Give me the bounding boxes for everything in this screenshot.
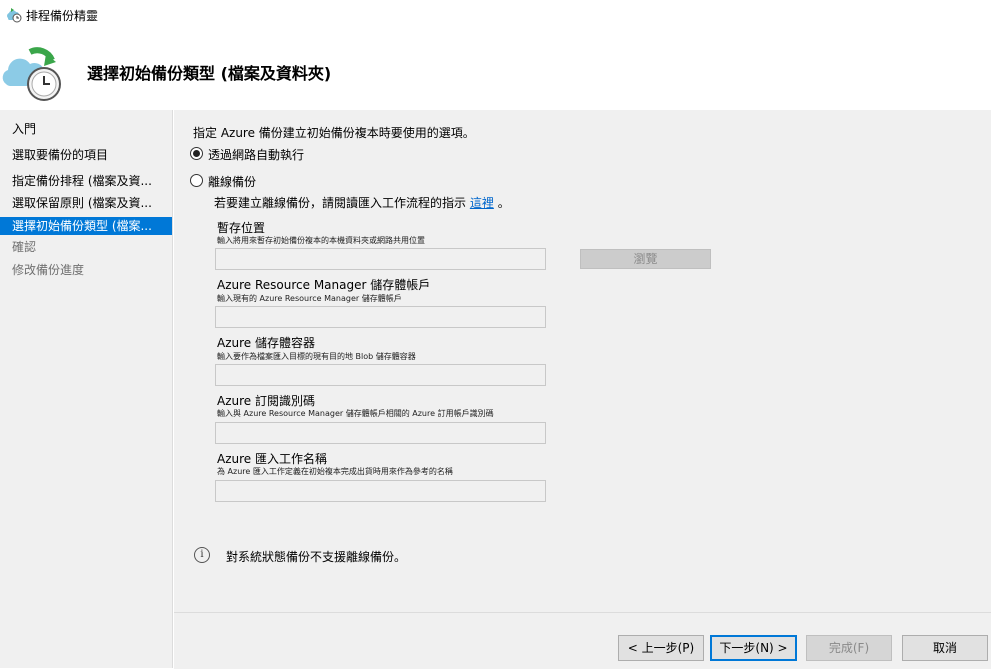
offline-backup-radio[interactable] bbox=[190, 174, 203, 187]
cancel-button[interactable]: 取消 bbox=[902, 635, 988, 661]
offline-note-suffix: 。 bbox=[497, 196, 510, 210]
subscription-id-label: Azure 訂閱識別碼 bbox=[217, 394, 315, 408]
title-bar: 排程備份精靈 bbox=[0, 0, 991, 30]
import-job-name-input[interactable] bbox=[215, 480, 546, 502]
subscription-id-input[interactable] bbox=[215, 422, 546, 444]
step-initial-backup-type[interactable]: 選擇初始備份類型 (檔案... bbox=[0, 217, 172, 235]
step-confirmation: 確認 bbox=[12, 240, 37, 254]
import-job-name-desc: 為 Azure 匯入工作定義在初始複本完成出貨時用來作為參考的名稱 bbox=[217, 467, 453, 476]
wizard-footer: < 上一步(P) 下一步(N) > 完成(F) 取消 bbox=[174, 612, 991, 669]
window-title: 排程備份精靈 bbox=[26, 9, 99, 23]
info-icon: i bbox=[194, 547, 210, 563]
storage-container-input[interactable] bbox=[215, 364, 546, 386]
staging-location-input[interactable] bbox=[215, 248, 546, 270]
online-backup-label[interactable]: 透過網路自動執行 bbox=[208, 146, 304, 163]
step-backup-schedule[interactable]: 指定備份排程 (檔案及資... bbox=[0, 172, 172, 190]
step-getting-started[interactable]: 入門 bbox=[0, 120, 172, 138]
instruction-text: 指定 Azure 備份建立初始備份複本時要使用的選項。 bbox=[193, 126, 475, 140]
offline-instructions-link[interactable]: 這裡 bbox=[470, 196, 494, 210]
staging-location-desc: 輸入將用來暫存初始備份複本的本機資料夾或網路共用位置 bbox=[217, 236, 425, 245]
wizard-steps-sidebar: 入門 選取要備份的項目 指定備份排程 (檔案及資... 選取保留原則 (檔案及資… bbox=[0, 110, 173, 668]
storage-account-desc: 輸入現有的 Azure Resource Manager 儲存體帳戶 bbox=[217, 294, 402, 303]
next-button[interactable]: 下一步(N) > bbox=[710, 635, 797, 661]
offline-backup-label[interactable]: 離線備份 bbox=[208, 173, 256, 190]
online-backup-radio[interactable] bbox=[190, 147, 203, 160]
finish-button: 完成(F) bbox=[806, 635, 892, 661]
page-title: 選擇初始備份類型 (檔案及資料夾) bbox=[87, 64, 332, 83]
step-modify-progress: 修改備份進度 bbox=[12, 263, 85, 277]
storage-container-desc: 輸入要作為檔案匯入目標的現有目的地 Blob 儲存體容器 bbox=[217, 352, 416, 361]
storage-container-label: Azure 儲存體容器 bbox=[217, 336, 315, 350]
backup-schedule-icon bbox=[2, 47, 61, 101]
storage-account-label: Azure Resource Manager 儲存體帳戶 bbox=[217, 278, 431, 292]
app-backup-icon bbox=[7, 8, 22, 23]
staging-location-label: 暫存位置 bbox=[217, 221, 266, 235]
info-text: 對系統狀態備份不支援離線備份。 bbox=[226, 550, 407, 564]
step-retention-policy[interactable]: 選取保留原則 (檔案及資... bbox=[0, 194, 172, 212]
subscription-id-desc: 輸入與 Azure Resource Manager 儲存體帳戶相關的 Azur… bbox=[217, 409, 494, 418]
storage-account-input[interactable] bbox=[215, 306, 546, 328]
offline-note: 若要建立離線備份，請閱讀匯入工作流程的指示 這裡 。 bbox=[214, 194, 510, 211]
previous-button[interactable]: < 上一步(P) bbox=[618, 635, 704, 661]
step-select-items[interactable]: 選取要備份的項目 bbox=[0, 146, 172, 164]
offline-note-text: 若要建立離線備份，請閱讀匯入工作流程的指示 bbox=[214, 196, 467, 210]
wizard-header: 選擇初始備份類型 (檔案及資料夾) bbox=[0, 30, 991, 110]
wizard-content: 指定 Azure 備份建立初始備份複本時要使用的選項。 透過網路自動執行 離線備… bbox=[174, 110, 991, 612]
import-job-name-label: Azure 匯入工作名稱 bbox=[217, 452, 327, 466]
browse-button[interactable]: 瀏覽 bbox=[580, 249, 711, 269]
